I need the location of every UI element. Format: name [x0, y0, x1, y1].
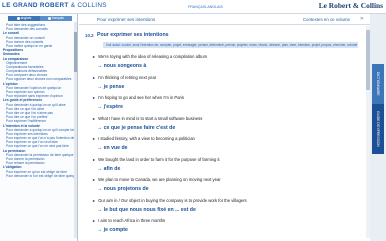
radio-icon [48, 16, 52, 20]
see-also-bar[interactable]: Voir aussi: vouloir, avoir l'intention d… [103, 42, 358, 48]
phrase-entry: ▸ What I have in mind is to start a small… [93, 116, 363, 137]
english-example: ▸ I studied history, with a view to becom… [93, 136, 195, 141]
french-translation[interactable]: → je pense [97, 84, 124, 90]
sidebar-topic-list: Pour faire des suggestions Pour demander … [3, 23, 74, 178]
english-example: ▸ We're toying with the idea of releasing… [93, 54, 207, 59]
english-example-text: I aim to reach Africa in three months [98, 218, 166, 223]
bullet-arrow-icon: ▸ [93, 156, 96, 162]
english-example: ▸ Our aim in / Our object in buying the c… [93, 198, 247, 203]
french-translation[interactable]: → nous songeons à [97, 63, 146, 69]
brand-logo-left[interactable]: LE GRAND ROBERT & COLLINS [2, 2, 107, 9]
phrase-entry: ▸ I'm hoping to go and see her when I'm i… [93, 95, 363, 116]
tab-anglais[interactable]: anglais [8, 16, 40, 21]
french-translation-text: → ce que je pense faire c'est de [97, 124, 176, 131]
tab-dictionnaire[interactable]: DICTIONNAIRE [372, 64, 384, 104]
tab-guide-expression[interactable]: GUIDE D'EXPRESSION [372, 104, 384, 154]
english-example-text: We're toying with the idea of releasing … [98, 54, 208, 59]
english-example-text: What I have in mind is to start a small … [98, 115, 203, 121]
section-number: 10.2 [85, 33, 94, 38]
english-example-text: I'm hoping to go and see her when I'm in… [98, 95, 184, 100]
english-example-text: I'm thinking of retiring next year [98, 74, 157, 80]
english-example-text: We bought the land in order to farm it f… [98, 156, 220, 162]
bullet-arrow-icon: ▸ [93, 177, 96, 182]
top-bar: LE GRAND ROBERT & COLLINS FRANÇAIS-ANGLA… [0, 0, 386, 14]
french-translation[interactable]: → j'espère [97, 104, 123, 110]
bullet-arrow-icon: ▸ [93, 218, 96, 223]
context-link[interactable]: Contextes en ce volume [303, 17, 350, 22]
bullet-arrow-icon: ▸ [93, 54, 96, 59]
phrase-list: ▸ We're toying with the idea of releasing… [93, 54, 363, 239]
french-translation-text: → je pense [97, 83, 125, 90]
language-pair[interactable]: FRANÇAIS-ANGLAIS [188, 5, 223, 9]
english-example: ▸ I aim to reach Africa in three months [93, 218, 165, 223]
english-example: ▸ We bought the land in order to farm it … [93, 157, 220, 162]
tab-francais[interactable]: français [40, 16, 72, 21]
phrase-entry: ▸ I'm thinking of retiring next year → je … [93, 75, 363, 96]
french-translation-text: → nous songeons à [97, 63, 147, 69]
english-example-text: Our aim in / Our object in buying the co… [98, 197, 247, 203]
french-translation[interactable]: → le but que nous nous fixé en ... est d… [97, 207, 196, 213]
close-icon[interactable]: ✕ [360, 16, 364, 22]
english-example: ▸ We plan to move to Canada, we are plann… [93, 177, 221, 182]
sidebar-item[interactable]: Pour exprimer ce que l'on ne veut pas fa… [3, 144, 74, 148]
french-translation-text: → le but que nous nous fixé en ... est d… [97, 206, 196, 213]
french-translation[interactable]: → nous projetons de [97, 186, 149, 192]
english-example: ▸ I'm hoping to go and see her when I'm i… [93, 95, 184, 100]
content-header: Pour exprimer ses intentions Contextes e… [79, 14, 370, 25]
french-translation[interactable]: → afin de [97, 166, 120, 172]
phrase-entry: ▸ I studied history, with a view to becom… [93, 136, 363, 157]
radio-icon [16, 16, 20, 20]
sidebar-scrollbar[interactable] [74, 22, 77, 238]
phrase-entry: ▸ I aim to reach Africa in three months → … [93, 218, 363, 239]
bullet-arrow-icon: ▸ [93, 95, 96, 100]
french-translation-text: → je compte [97, 227, 128, 233]
section-title: Pour exprimer ses intentions [97, 32, 169, 38]
french-translation-text: → nous projetons de [97, 186, 149, 192]
section-heading: 10.2 Pour exprimer ses intentions [85, 32, 357, 39]
app-window: LE GRAND ROBERT & COLLINS FRANÇAIS-ANGLA… [0, 0, 386, 241]
french-translation[interactable]: → ce que je pense faire c'est de [97, 125, 175, 131]
right-vertical-tabs: DICTIONNAIRE GUIDE D'EXPRESSION [370, 14, 386, 241]
sidebar-scrollbar-thumb[interactable] [74, 32, 77, 72]
bullet-arrow-icon: ▸ [93, 74, 96, 80]
english-example: ▸ I'm thinking of retiring next year [93, 75, 156, 80]
french-translation-text: → j'espère [97, 104, 124, 110]
brand-logo-right: Le Robert & Collins [318, 1, 383, 10]
english-example-text: I studied history, with a view to becomi… [98, 136, 195, 141]
main-content: Pour exprimer ses intentions Contextes e… [79, 14, 370, 241]
french-translation-text: → en vue de [97, 145, 128, 151]
bullet-arrow-icon: ▸ [93, 197, 96, 203]
sidebar-item[interactable]: Pour opposer deux choses non comparables [3, 77, 74, 81]
french-translation[interactable]: → en vue de [97, 145, 128, 151]
page-title: Pour exprimer ses intentions [97, 17, 156, 22]
phrase-entry: ▸ Our aim in / Our object in buying the c… [93, 198, 363, 219]
sidebar: anglais français Pour faire des suggesti… [0, 14, 78, 241]
french-translation-text: → afin de [97, 165, 121, 172]
english-example: ▸ What I have in mind is to start a small… [93, 116, 202, 121]
bullet-arrow-icon: ▸ [93, 115, 96, 121]
sidebar-language-tabs: anglais français [8, 16, 72, 21]
sidebar-item[interactable]: Pour demander si l'on est obligé de fair… [3, 174, 74, 178]
french-translation[interactable]: → je compte [97, 227, 128, 233]
bullet-arrow-icon: ▸ [93, 136, 96, 141]
english-example-text: We plan to move to Canada, we are planni… [98, 177, 221, 182]
phrase-entry: ▸ We plan to move to Canada, we are plann… [93, 177, 363, 198]
phrase-entry: ▸ We're toying with the idea of releasing… [93, 54, 363, 75]
phrase-entry: ▸ We bought the land in order to farm it … [93, 157, 363, 178]
